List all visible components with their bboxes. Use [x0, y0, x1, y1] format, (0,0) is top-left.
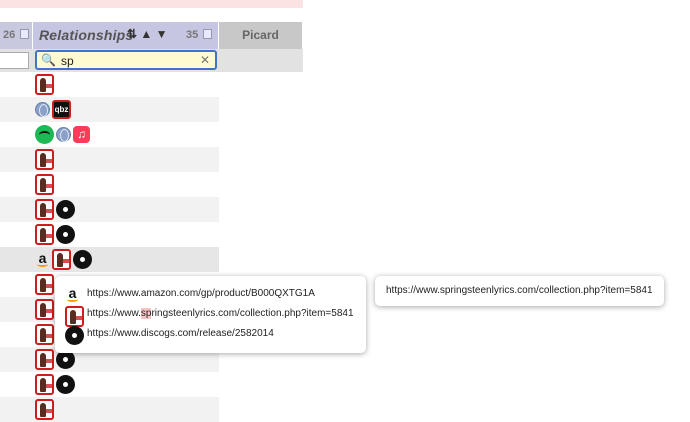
- popup-link-url[interactable]: https://www.springsteenlyrics.com/collec…: [87, 308, 354, 319]
- url-tooltip: https://www.springsteenlyrics.com/collec…: [375, 276, 664, 306]
- springsteenlyrics-icon[interactable]: [35, 224, 54, 245]
- discogs-icon[interactable]: [73, 250, 92, 269]
- discogs-icon[interactable]: [56, 225, 75, 244]
- relationship-links-popup: a https://www.amazon.com/gp/product/B000…: [55, 276, 366, 353]
- table-row: [0, 72, 219, 97]
- url-match-highlight: sp: [140, 308, 152, 319]
- sort-icons[interactable]: ⇅ ▲ ▼: [127, 27, 167, 41]
- discogs-icon[interactable]: [56, 375, 75, 394]
- filter-row: 🔍 sp ✕: [0, 49, 303, 72]
- tooltip-url: https://www.springsteenlyrics.com/collec…: [386, 285, 653, 296]
- popup-link-url[interactable]: https://www.amazon.com/gp/product/B000QX…: [87, 288, 315, 299]
- table-row: [0, 197, 219, 222]
- qobuz-icon[interactable]: qbz: [52, 100, 71, 119]
- springsteenlyrics-icon: [65, 306, 84, 327]
- table-row: [0, 397, 219, 422]
- column-options-icon[interactable]: [20, 29, 29, 39]
- search-icon: 🔍: [41, 53, 56, 67]
- springsteenlyrics-icon[interactable]: [35, 349, 54, 370]
- prev-column-count: 26: [3, 29, 16, 41]
- table-row: [0, 222, 219, 247]
- globe-icon[interactable]: [35, 102, 50, 117]
- discogs-icon: [65, 326, 84, 345]
- table-row: a: [0, 247, 219, 272]
- table-row: [0, 172, 219, 197]
- column-options-icon[interactable]: [203, 29, 212, 39]
- amazon-icon[interactable]: a: [35, 251, 50, 268]
- popup-link-discogs[interactable]: https://www.discogs.com/release/2582014: [55, 325, 366, 345]
- popup-link-url[interactable]: https://www.discogs.com/release/2582014: [87, 328, 274, 339]
- springsteenlyrics-icon[interactable]: [35, 399, 54, 420]
- url-suffix: ringsteenlyrics.com/collection.php?item=…: [151, 308, 354, 319]
- top-banner-strip: [0, 0, 303, 8]
- amazon-icon: a: [65, 286, 80, 303]
- springsteenlyrics-icon[interactable]: [35, 299, 54, 320]
- clear-icon[interactable]: ✕: [200, 53, 210, 67]
- url-prefix: https://www.: [87, 308, 141, 319]
- popup-link-amazon[interactable]: a https://www.amazon.com/gp/product/B000…: [55, 285, 366, 305]
- table-row: qbz: [0, 97, 219, 122]
- springsteenlyrics-icon[interactable]: [35, 324, 54, 345]
- table-row: [0, 147, 219, 172]
- prev-column-header[interactable]: 26: [0, 22, 33, 49]
- springsteenlyrics-icon[interactable]: [35, 74, 54, 95]
- springsteenlyrics-icon[interactable]: [35, 199, 54, 220]
- apple-music-icon[interactable]: ♫: [73, 126, 90, 143]
- prev-column-filter-input[interactable]: [0, 52, 29, 69]
- springsteenlyrics-icon[interactable]: [35, 374, 54, 395]
- table-row: ♫: [0, 122, 219, 147]
- springsteenlyrics-icon[interactable]: [35, 174, 54, 195]
- table-row: [0, 372, 219, 397]
- search-query: sp: [61, 54, 74, 68]
- relationships-filter-input[interactable]: 🔍 sp ✕: [35, 50, 217, 70]
- springsteenlyrics-icon[interactable]: [35, 149, 54, 170]
- relationships-title: Relationships: [39, 27, 134, 43]
- picard-column: [219, 72, 303, 406]
- picard-column-header[interactable]: Picard: [219, 22, 303, 49]
- spotify-icon[interactable]: [35, 125, 54, 144]
- popup-link-springsteenlyrics[interactable]: https://www.springsteenlyrics.com/collec…: [55, 305, 366, 327]
- relationships-count: 35: [186, 29, 199, 41]
- discogs-icon[interactable]: [56, 200, 75, 219]
- relationships-column-header[interactable]: Relationships ⇅ ▲ ▼ 35: [33, 22, 219, 49]
- springsteenlyrics-icon[interactable]: [35, 274, 54, 295]
- globe-icon[interactable]: [56, 127, 71, 142]
- springsteenlyrics-icon[interactable]: [52, 249, 71, 270]
